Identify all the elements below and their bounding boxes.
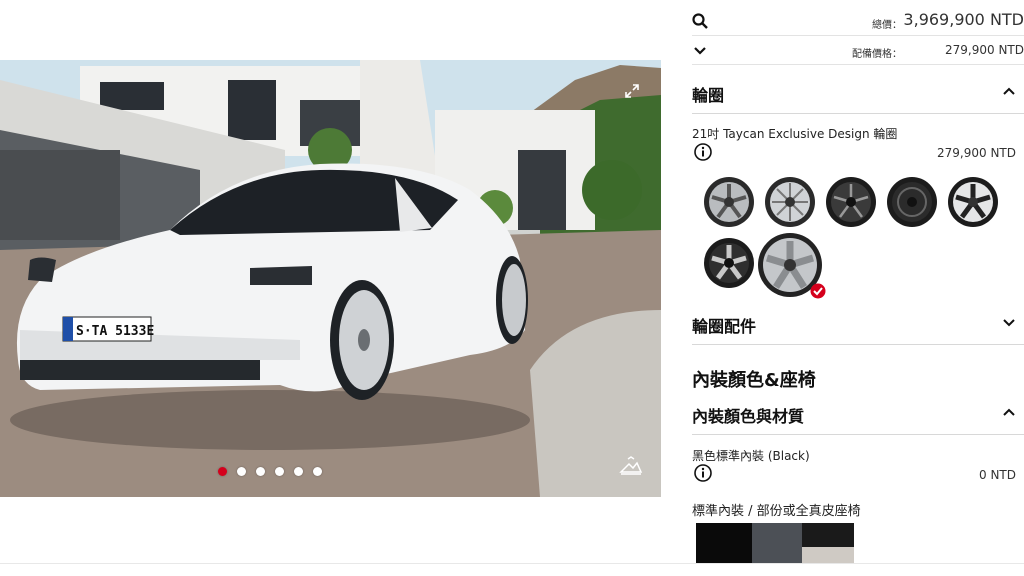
vehicle-render: S·TA 5133E [0,60,661,497]
config-panel: 總價： 3,969,900 NTD 配備價格： 279,900 NTD 輪圈 2… [692,0,1024,576]
info-icon[interactable] [694,464,712,482]
wheel-option[interactable] [702,236,756,290]
chevron-up-icon[interactable] [1002,84,1016,98]
total-label: 總價： [872,20,902,31]
license-plate: S·TA 5133E [76,324,154,339]
chevron-down-icon[interactable] [1002,315,1016,329]
wheel-option[interactable] [763,175,817,229]
carousel-dot[interactable] [237,467,246,476]
carousel-dots [218,467,322,476]
section-interior-colour[interactable]: 內裝顏色與材質 [692,391,1024,435]
section-wheels[interactable]: 輪圈 [692,70,1024,114]
interior-swatch[interactable] [696,523,752,563]
carousel-dot[interactable] [275,467,284,476]
selected-wheel-name: 21吋 Taycan Exclusive Design 輪圈 [692,127,898,141]
wheel-option[interactable] [946,175,1000,229]
section-title: 輪圈配件 [692,317,757,336]
search-icon[interactable] [692,13,710,31]
carousel-dot[interactable] [313,467,322,476]
chevron-down-icon[interactable] [692,43,710,61]
info-icon[interactable] [694,143,712,161]
carousel-dot[interactable] [294,467,303,476]
carousel-dot[interactable] [218,467,227,476]
scene-toggle-icon[interactable] [619,456,643,478]
interior-group-title: 內裝顏色&座椅 [692,370,816,391]
wheel-option[interactable] [702,175,756,229]
equipment-value: 279,900 NTD [945,43,1024,57]
interior-swatch[interactable] [752,523,802,563]
wheel-option[interactable] [885,175,939,229]
selected-interior-price: 0 NTD [979,468,1016,482]
equipment-label: 配備價格： [852,49,902,60]
selected-interior-name: 黑色標準內裝 (Black) [692,449,810,463]
seats-label: 標準內裝 / 部份或全真皮座椅 [692,504,861,519]
wheel-option-selected[interactable] [756,231,826,299]
carousel-dot[interactable] [256,467,265,476]
section-wheel-accessories[interactable]: 輪圈配件 [692,301,1024,345]
selected-wheel-price: 279,900 NTD [937,146,1016,160]
section-title: 輪圈 [692,86,725,105]
section-title: 內裝顏色與材質 [692,407,805,426]
interior-swatch[interactable] [802,523,854,563]
check-badge-icon [810,283,826,299]
wheel-option[interactable] [824,175,878,229]
expand-icon[interactable] [621,82,643,104]
page-footer [0,563,1024,576]
vehicle-viewer[interactable]: S·TA 5133E [0,60,661,497]
chevron-up-icon[interactable] [1002,405,1016,419]
equipment-price-row[interactable]: 配備價格： 279,900 NTD [692,37,1024,65]
total-price-row: 總價： 3,969,900 NTD [692,6,1024,36]
total-value: 3,969,900 NTD [903,10,1024,29]
